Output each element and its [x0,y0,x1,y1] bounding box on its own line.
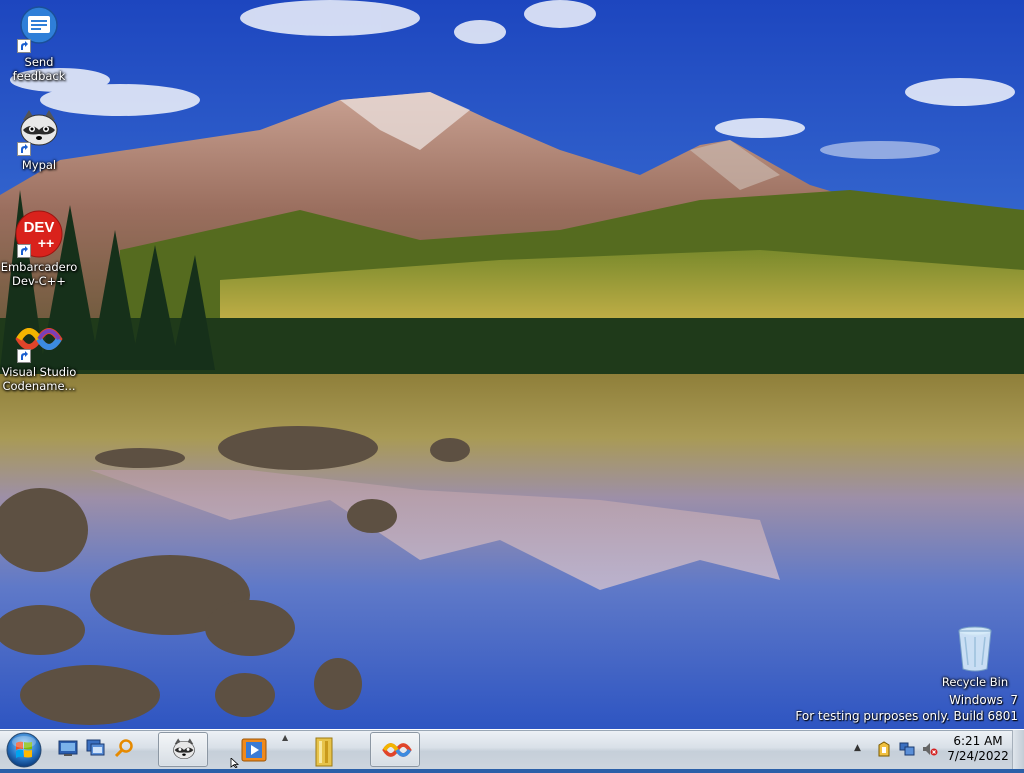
mouse-cursor-icon [230,758,240,768]
network-icon[interactable] [899,741,915,757]
show-desktop-icon[interactable] [58,738,78,758]
media-player-icon [241,738,267,762]
desktop-wallpaper [0,0,1024,729]
clock-date: 7/24/2022 [947,749,1009,763]
watermark-os-name: Windows 7 [949,693,1018,707]
taskbar-button-mypal[interactable] [158,732,208,767]
desktop-icon-recycle-bin[interactable]: Recycle Bin [936,625,1014,689]
taskbar-button-visual-studio[interactable] [370,732,420,767]
devcpp-badge-top: DEV [24,219,55,236]
show-hidden-icons-icon[interactable]: ▲ [854,743,870,759]
action-center-icon[interactable] [876,741,892,757]
recycle-bin-icon [951,625,999,673]
file-manager-icon [315,737,333,767]
visual-studio-icon [382,743,412,757]
taskbar-button-file-manager[interactable] [298,732,348,767]
windows-orb-icon [6,732,42,768]
desktop-icon-label: Visual Studio Codename... [1,365,77,393]
desktop-icon-devcpp[interactable]: DEV ++ Embarcadero Dev-C++ [0,210,78,288]
clock-time: 6:21 AM [953,734,1003,748]
mypal-raccoon-icon [15,108,63,156]
taskbar-overflow-chevron-icon[interactable]: ▲ [282,733,288,742]
visual-studio-icon [15,315,63,363]
desktop-icon-send-feedback[interactable]: Send feedback [0,5,78,83]
show-desktop-button[interactable] [1012,730,1024,769]
start-button[interactable] [3,730,47,769]
devcpp-icon: DEV ++ [15,210,63,258]
mypal-raccoon-icon [173,738,195,760]
send-feedback-icon [15,5,63,53]
desktop-icon-label: Send feedback [12,55,66,83]
desktop-icon-mypal[interactable]: Mypal [0,108,78,172]
watermark-build-text: For testing purposes only. Build 6801 [795,709,1018,723]
volume-muted-icon[interactable] [922,741,938,757]
desktop-icon-label: Mypal [21,158,57,172]
windows-build-watermark: Windows 7 For testing purposes only. Bui… [795,692,1018,724]
quick-launch-toolbar [58,738,137,760]
desktop-icon-label: Recycle Bin [941,675,1009,689]
search-icon[interactable] [114,738,134,758]
desktop-icon-visual-studio[interactable]: Visual Studio Codename... [0,315,78,393]
devcpp-badge-bottom: ++ [38,235,54,251]
switch-windows-icon[interactable] [86,738,106,758]
taskbar-clock[interactable]: 6:21 AM 7/24/2022 [942,734,1014,764]
desktop-icon-label: Embarcadero Dev-C++ [0,260,78,288]
taskbar: ▲ ▲ 6:21 AM 7/24/2022 [0,729,1024,769]
